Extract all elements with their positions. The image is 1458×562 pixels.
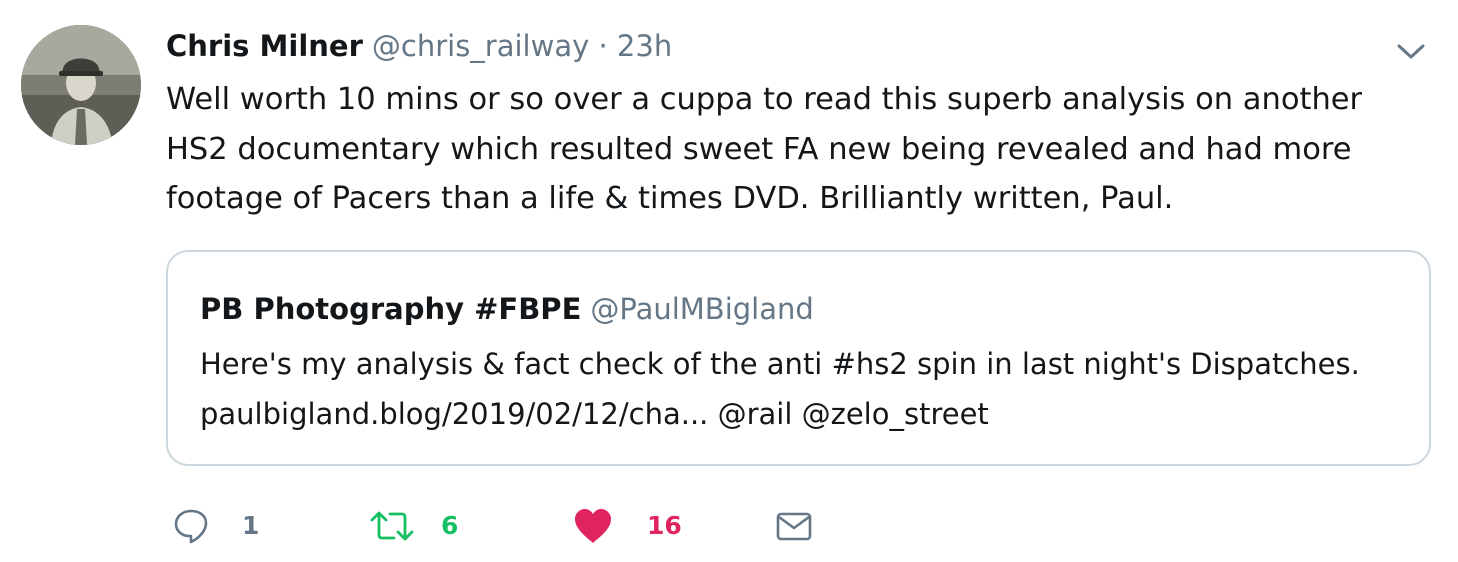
quoted-tweet-header: PB Photography #FBPE @PaulMBigland — [200, 290, 814, 328]
tweet-text: Well worth 10 mins or so over a cuppa to… — [166, 82, 1363, 216]
like-button[interactable]: 16 — [573, 504, 682, 548]
avatar[interactable] — [21, 25, 141, 145]
heart-icon — [575, 509, 611, 543]
tweet-header: Chris Milner @chris_railway · 23h — [166, 27, 672, 65]
envelope-icon — [776, 512, 812, 541]
chevron-down-icon — [1397, 44, 1425, 59]
reply-button[interactable]: 1 — [172, 504, 259, 548]
tweet-timestamp[interactable]: 23h — [617, 29, 672, 63]
reply-count: 1 — [242, 511, 260, 540]
direct-message-button[interactable] — [775, 504, 813, 548]
avatar-photo — [21, 25, 141, 145]
speech-bubble-icon — [174, 509, 208, 544]
quoted-author-name: PB Photography #FBPE — [200, 292, 582, 326]
quoted-tweet[interactable]: PB Photography #FBPE @PaulMBigland Here's… — [166, 250, 1431, 466]
quoted-tweet-text: Here's my analysis & fact check of the a… — [200, 347, 1360, 431]
retweet-count: 6 — [441, 511, 459, 540]
header-separator: · — [598, 29, 608, 63]
tweet-actions: 1 6 16 — [172, 504, 872, 548]
retweet-button[interactable]: 6 — [369, 504, 458, 548]
quoted-author-handle: @PaulMBigland — [590, 292, 814, 326]
tweet-menu-button[interactable] — [1393, 37, 1429, 65]
like-count: 16 — [647, 511, 682, 540]
author-handle[interactable]: @chris_railway — [372, 29, 589, 63]
retweet-arrows-icon — [370, 511, 414, 541]
author-name[interactable]: Chris Milner — [166, 29, 363, 63]
